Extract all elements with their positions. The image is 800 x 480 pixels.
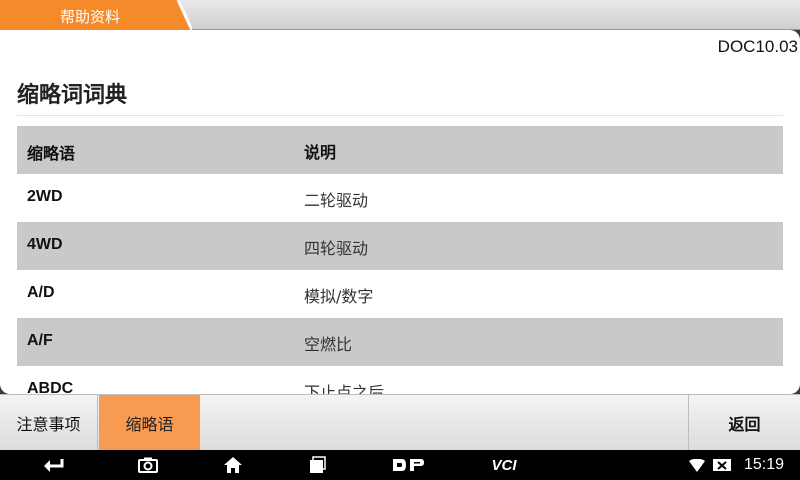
system-nav-bar: VCI 15:19 (0, 450, 800, 480)
abbreviation-cell: A/F (27, 332, 53, 349)
tab-label: 帮助资料 (60, 8, 121, 26)
abbreviation-cell: 4WD (27, 236, 63, 253)
recent-apps-icon[interactable] (303, 450, 333, 480)
back-icon[interactable] (38, 450, 68, 480)
abbreviation-table: 缩略语 说明 2WD 二轮驱动 4WD 四轮驱动 A/D 模拟/数字 A/F 空… (17, 126, 783, 394)
doc-code: DOC10.03 (717, 37, 798, 56)
column-header-abbreviation: 缩略语 (27, 146, 76, 163)
wifi-icon (686, 450, 708, 480)
table-row: ABDC 下止点之后 (17, 366, 783, 394)
tab-help-materials[interactable]: 帮助资料 (0, 0, 192, 30)
table-row: A/D 模拟/数字 (17, 270, 783, 318)
description-cell: 空燃比 (304, 335, 353, 354)
home-icon[interactable] (218, 450, 248, 480)
bottom-toolbar: 注意事项 缩略语 返回 (0, 394, 800, 451)
abbreviations-button[interactable]: 缩略语 (99, 395, 200, 451)
dp-icon[interactable] (388, 450, 428, 480)
table-row: 4WD 四轮驱动 (17, 222, 783, 270)
table-row: 2WD 二轮驱动 (17, 174, 783, 222)
top-tab-bar: 帮助资料 (0, 0, 800, 30)
abbreviation-cell: A/D (27, 284, 55, 301)
description-cell: 二轮驱动 (304, 191, 369, 210)
description-cell: 下止点之后 (304, 383, 385, 394)
camera-icon[interactable] (133, 450, 163, 480)
notes-button[interactable]: 注意事项 (0, 395, 98, 451)
description-cell: 模拟/数字 (304, 287, 374, 306)
column-header-description: 说明 (304, 143, 337, 162)
description-cell: 四轮驱动 (304, 239, 369, 258)
no-sim-icon (710, 450, 734, 480)
divider (17, 115, 783, 116)
table-row: A/F 空燃比 (17, 318, 783, 366)
page-title: 缩略词词典 (17, 83, 128, 108)
content-panel: DOC10.03 缩略词词典 缩略语 说明 2WD 二轮驱动 4WD 四轮驱动 … (0, 30, 800, 394)
clock: 15:19 (743, 456, 785, 473)
abbreviation-cell: 2WD (27, 188, 63, 205)
abbreviation-cell: ABDC (27, 380, 74, 394)
back-button[interactable]: 返回 (688, 395, 800, 451)
vci-icon[interactable]: VCI (484, 450, 524, 480)
table-header-row: 缩略语 说明 (17, 126, 783, 174)
